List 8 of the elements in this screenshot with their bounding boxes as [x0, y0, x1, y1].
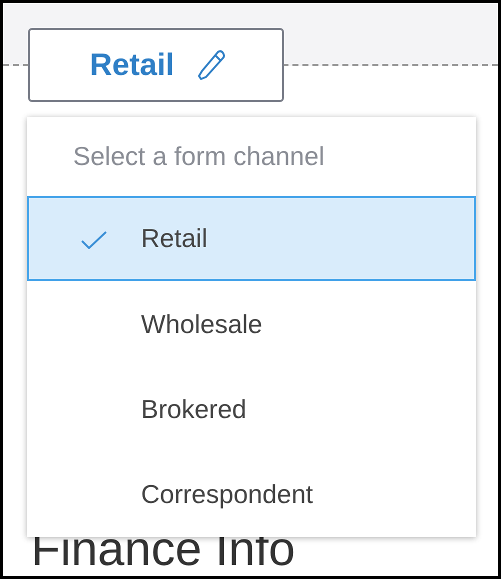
channel-button[interactable]: Retail [28, 28, 284, 102]
dropdown-option[interactable]: Retail [27, 196, 476, 282]
check-icon [81, 231, 107, 250]
dropdown-header: Select a form channel [72, 140, 326, 174]
pencil-icon [196, 49, 226, 81]
dropdown-option[interactable]: Brokered [27, 366, 476, 452]
dropdown-option[interactable]: Wholesale [27, 281, 476, 367]
dropdown-option[interactable]: Correspondent [27, 452, 476, 538]
